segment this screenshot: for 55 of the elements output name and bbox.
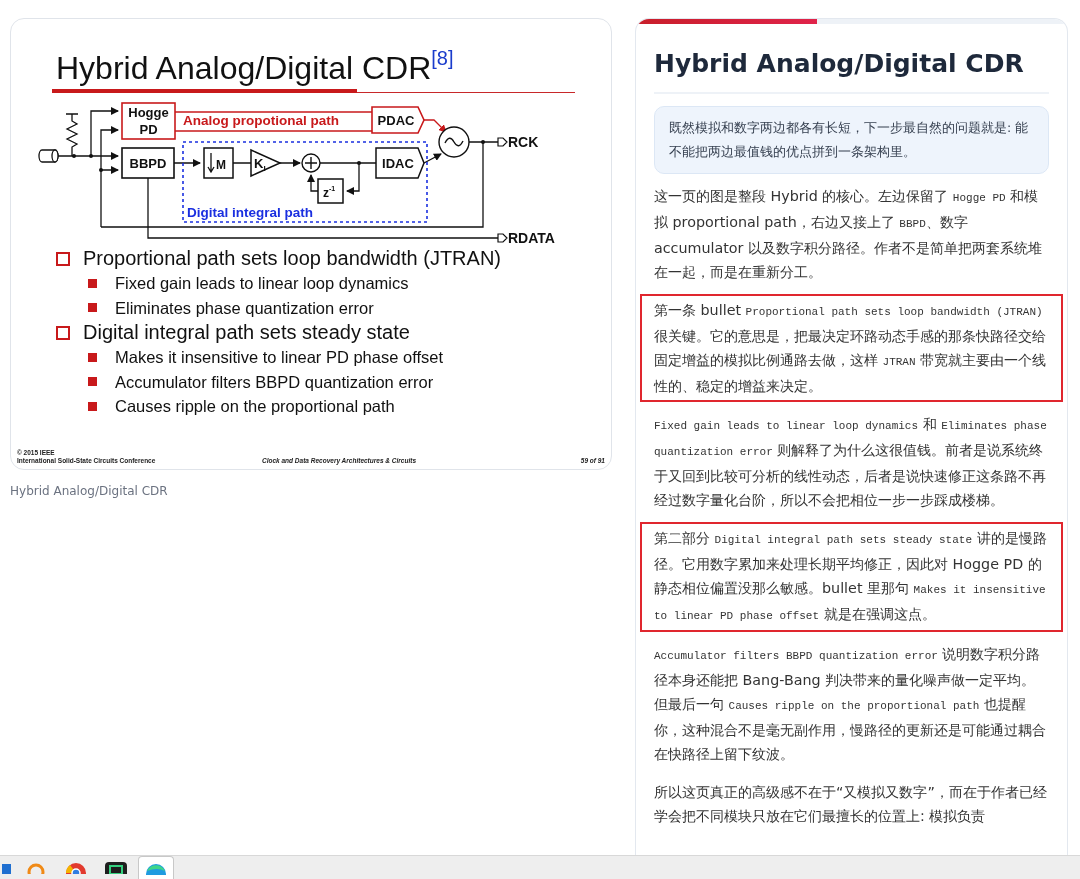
oscillator-symbol bbox=[438, 126, 470, 158]
bbpd-block: BBPD bbox=[121, 147, 175, 179]
sub-bullet-text: Makes it insensitive to linear PD phase offset bbox=[115, 347, 444, 368]
junction-dot bbox=[481, 140, 485, 144]
digital-path-label: Digital integral path bbox=[187, 205, 313, 220]
sub-bullet-text: Eliminates phase quantization error bbox=[115, 297, 374, 319]
filled-bullet-icon bbox=[88, 401, 97, 411]
sub-bullet-text: Causes ripple on the proportional path bbox=[115, 396, 395, 417]
browser-icon[interactable] bbox=[65, 862, 87, 874]
hollow-bullet-icon bbox=[56, 251, 70, 266]
article-title: Hybrid Analog/Digital CDR bbox=[654, 48, 1025, 80]
filled-bullet-icon bbox=[88, 303, 97, 313]
pdac-block: PDAC bbox=[371, 106, 425, 134]
input-connector-symbol bbox=[38, 149, 59, 163]
adder-symbol bbox=[301, 153, 321, 173]
filled-bullet-icon bbox=[88, 377, 97, 387]
junction-dot bbox=[99, 168, 103, 172]
highlighted-paragraph: 第二部分 Digital integral path sets steady state 讲的是慢路径。它用数字累加来处理长期平均修正，因此对 Hogge PD 的静态相位偏置没那么敏感。bullet 里那句 Makes it insensitive to linear PD phase offset 就是在强调这点。 bbox=[640, 522, 1063, 632]
paragraph: Fixed gain leads to linear loop dynamics 和 Eliminates phase quantization error 则解释了为什么这很值钱。前者是说系统终于又回到比较可分析的线性动态，后者是说快速修正这条路不再经过数字量化台阶，所以不会把相位一步一步踩成楼梯。 bbox=[653, 415, 1048, 510]
analog-path-label: Analog propotional path bbox=[183, 113, 339, 128]
analog-path-arrow bbox=[423, 119, 447, 133]
globe-icon[interactable] bbox=[145, 863, 167, 875]
signal-arrow bbox=[346, 162, 360, 195]
signal-arrow bbox=[279, 159, 301, 167]
slide-title: Hybrid Analog/Digital CDR$^{[8]}$ bbox=[56, 46, 455, 88]
sub-bullet-text: Accumulator filters BBPD quantization error bbox=[115, 371, 434, 393]
resistor-symbol bbox=[65, 113, 79, 157]
paragraph: Accumulator filters BBPD quantization error 说明数字积分路径本身还能把 Bang-Bang 判决带来的量化噪声做一定平均。但最后一句 Causes ripple on the proportional path 也提醒你，这种混合不是毫无副作用，慢路径的更新还是可能通过耦合在快路径上留下纹波。 bbox=[653, 645, 1047, 764]
junction-dot bbox=[357, 161, 361, 165]
decimator-block: M bbox=[203, 147, 234, 179]
ring-icon[interactable] bbox=[27, 862, 45, 874]
terminal-icon[interactable] bbox=[105, 862, 127, 874]
bullet-text: Proportional path sets loop bandwidth (JTRAN) bbox=[83, 246, 501, 271]
gain-block: K$_{I}$ bbox=[250, 148, 282, 178]
filled-bullet-icon bbox=[88, 278, 97, 288]
hogge-pd-block: Hogge PD bbox=[121, 102, 176, 140]
hollow-bullet-icon bbox=[56, 325, 70, 340]
highlighted-paragraph: 第一条 bullet Proportional path sets loop bandwidth (JTRAN) 很关键。它的意思是，把最决定环路动态手感的那条快路径交给固定增益的模拟比例通路去做，这样 JTRAN 带宽就主要由一个线性的、稳定的增益来决定。 bbox=[640, 294, 1063, 402]
signal-arrow bbox=[307, 174, 319, 192]
bullet-text: Digital integral path sets steady state bbox=[83, 320, 410, 345]
data-output-label: RDATA bbox=[497, 230, 555, 245]
paragraph: 这一页的图是整段 Hybrid 的核心。左边保留了 Hogge PD 和模拟 proportional path，右边又接上了 BBPD、数字 accumulator 以及数字积分路径。作者不是简单把两套系统堆在一起，而是在重新分工。 bbox=[653, 187, 1044, 282]
paragraph: 所以这页真正的高级感不在于“又模拟又数字”，而在于作者已经学会把不同模块只放在它们最擅长的位置上: 模拟负责 bbox=[653, 783, 1048, 826]
callout-box: 既然模拟和数字两边都各有长短，下一步最自然的问题就是: 能不能把两边最值钱的优点拼到一条架构里。 bbox=[654, 106, 1049, 174]
filled-bullet-icon bbox=[88, 352, 97, 362]
signal-arrow bbox=[423, 153, 442, 164]
signal-arrow bbox=[173, 159, 201, 167]
slide-caption: Hybrid Analog/Digital CDR bbox=[10, 484, 169, 498]
sub-bullet-text: Fixed gain leads to linear loop dynamics bbox=[115, 273, 409, 294]
delay-block: z$^{-1}$ bbox=[317, 178, 344, 204]
junction-dot bbox=[72, 154, 76, 158]
clock-output-label: RCK bbox=[497, 134, 539, 150]
tile-icon[interactable] bbox=[2, 862, 12, 874]
junction-dot bbox=[89, 154, 93, 158]
idac-block: IDAC bbox=[375, 147, 425, 179]
